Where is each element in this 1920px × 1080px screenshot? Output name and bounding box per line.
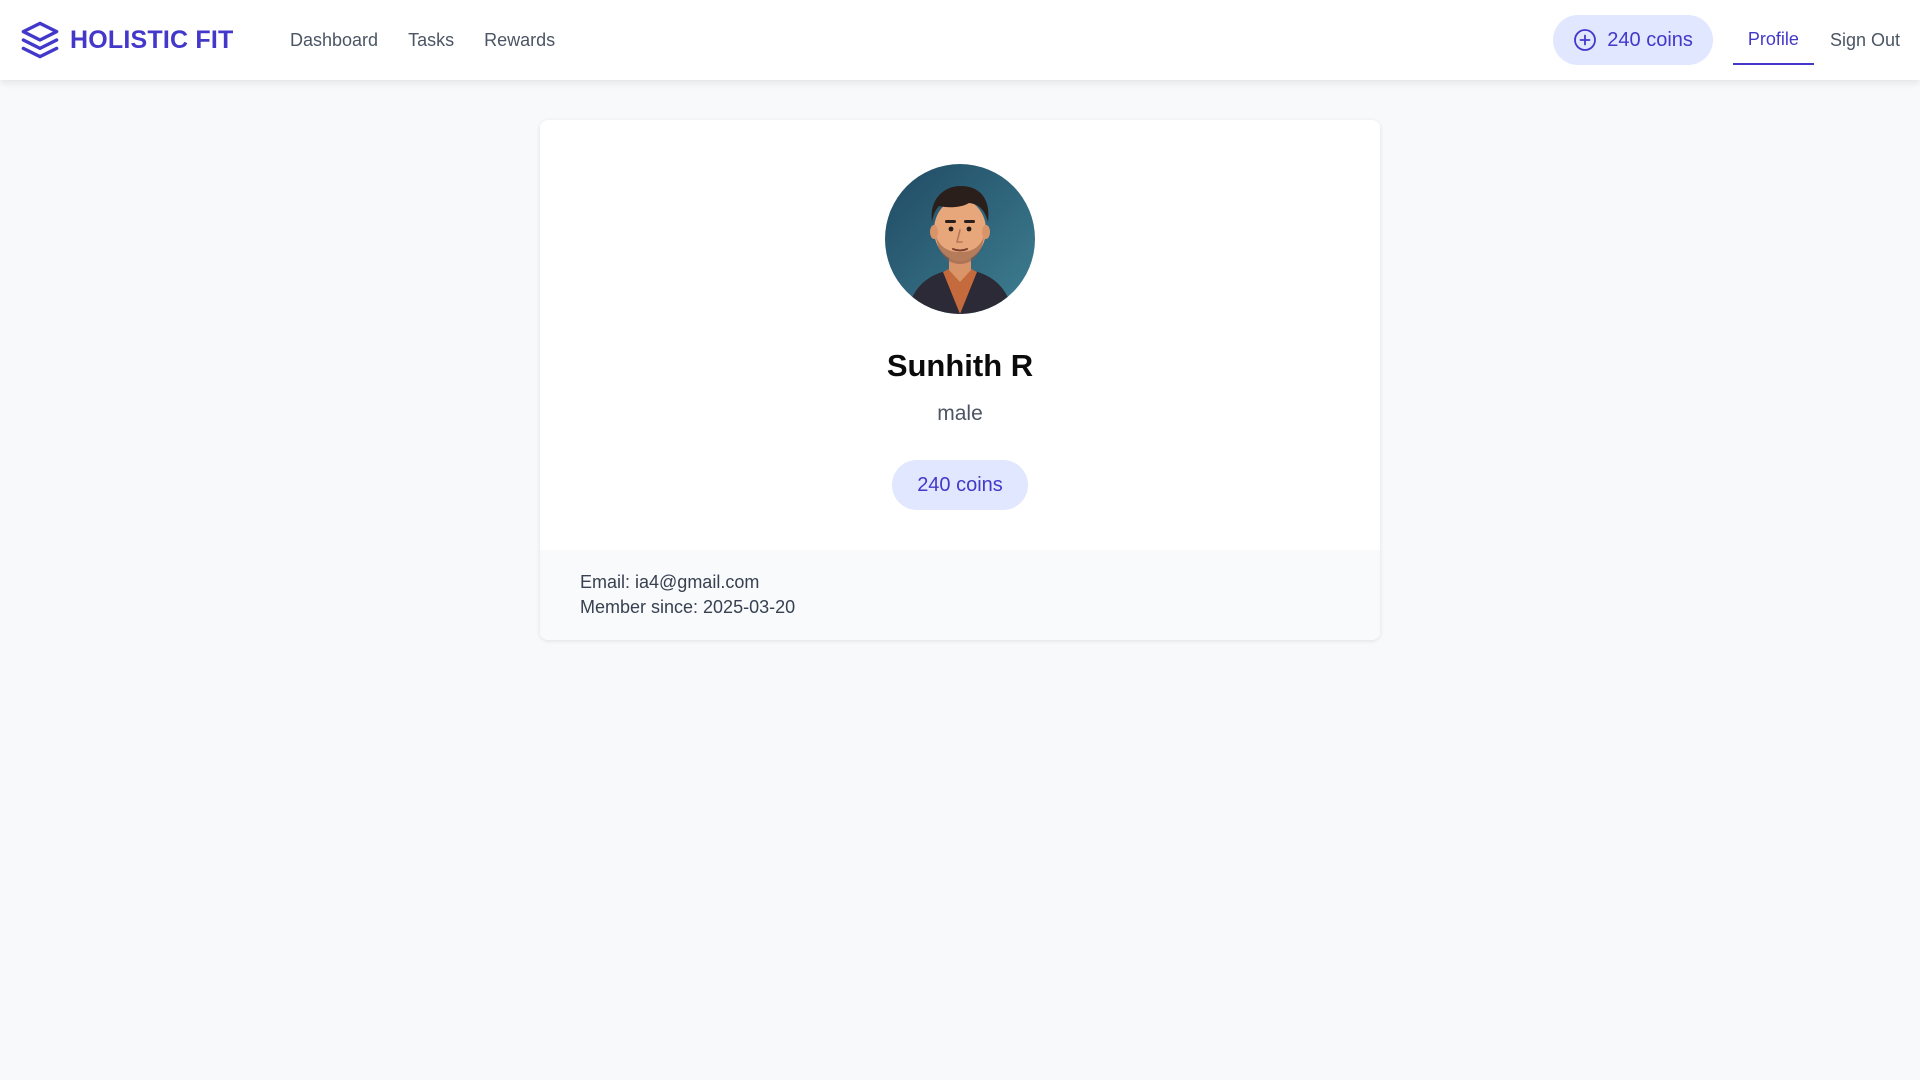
- member-since-info: Member since: 2025-03-20: [580, 597, 796, 617]
- brand-logo-link[interactable]: HOLISTIC FIT: [20, 20, 234, 60]
- top-navbar: HOLISTIC FIT Dashboard Tasks Rewards 240…: [0, 0, 1920, 80]
- nav-link-rewards[interactable]: Rewards: [484, 30, 555, 51]
- plus-circle-icon: [1574, 29, 1597, 51]
- profile-card-header: Sunhith R male 240 coins: [540, 120, 1380, 550]
- brand-name: HOLISTIC FIT: [70, 25, 234, 54]
- profile-card: Sunhith R male 240 coins Email: ia4@gmai…: [540, 120, 1380, 640]
- nav-right-group: 240 coins Profile Sign Out: [1553, 0, 1900, 80]
- email-info: Email: ia4@gmail.com: [580, 572, 760, 592]
- coins-badge: 240 coins: [892, 460, 1028, 510]
- nav-link-tasks[interactable]: Tasks: [408, 30, 454, 51]
- avatar: [885, 164, 1035, 314]
- nav-coins-button[interactable]: 240 coins: [1553, 15, 1713, 65]
- main-nav: Dashboard Tasks Rewards: [290, 0, 555, 80]
- nav-link-sign-out[interactable]: Sign Out: [1814, 15, 1900, 65]
- layers-icon: [21, 21, 59, 59]
- nav-link-profile[interactable]: Profile: [1732, 15, 1814, 65]
- profile-card-footer: Email: ia4@gmail.com Member since: 2025-…: [540, 550, 1380, 640]
- user-name: Sunhith R: [886, 348, 1034, 383]
- nav-link-dashboard[interactable]: Dashboard: [290, 30, 378, 51]
- user-gender: male: [937, 402, 983, 425]
- nav-coins-label: 240 coins: [1607, 28, 1693, 51]
